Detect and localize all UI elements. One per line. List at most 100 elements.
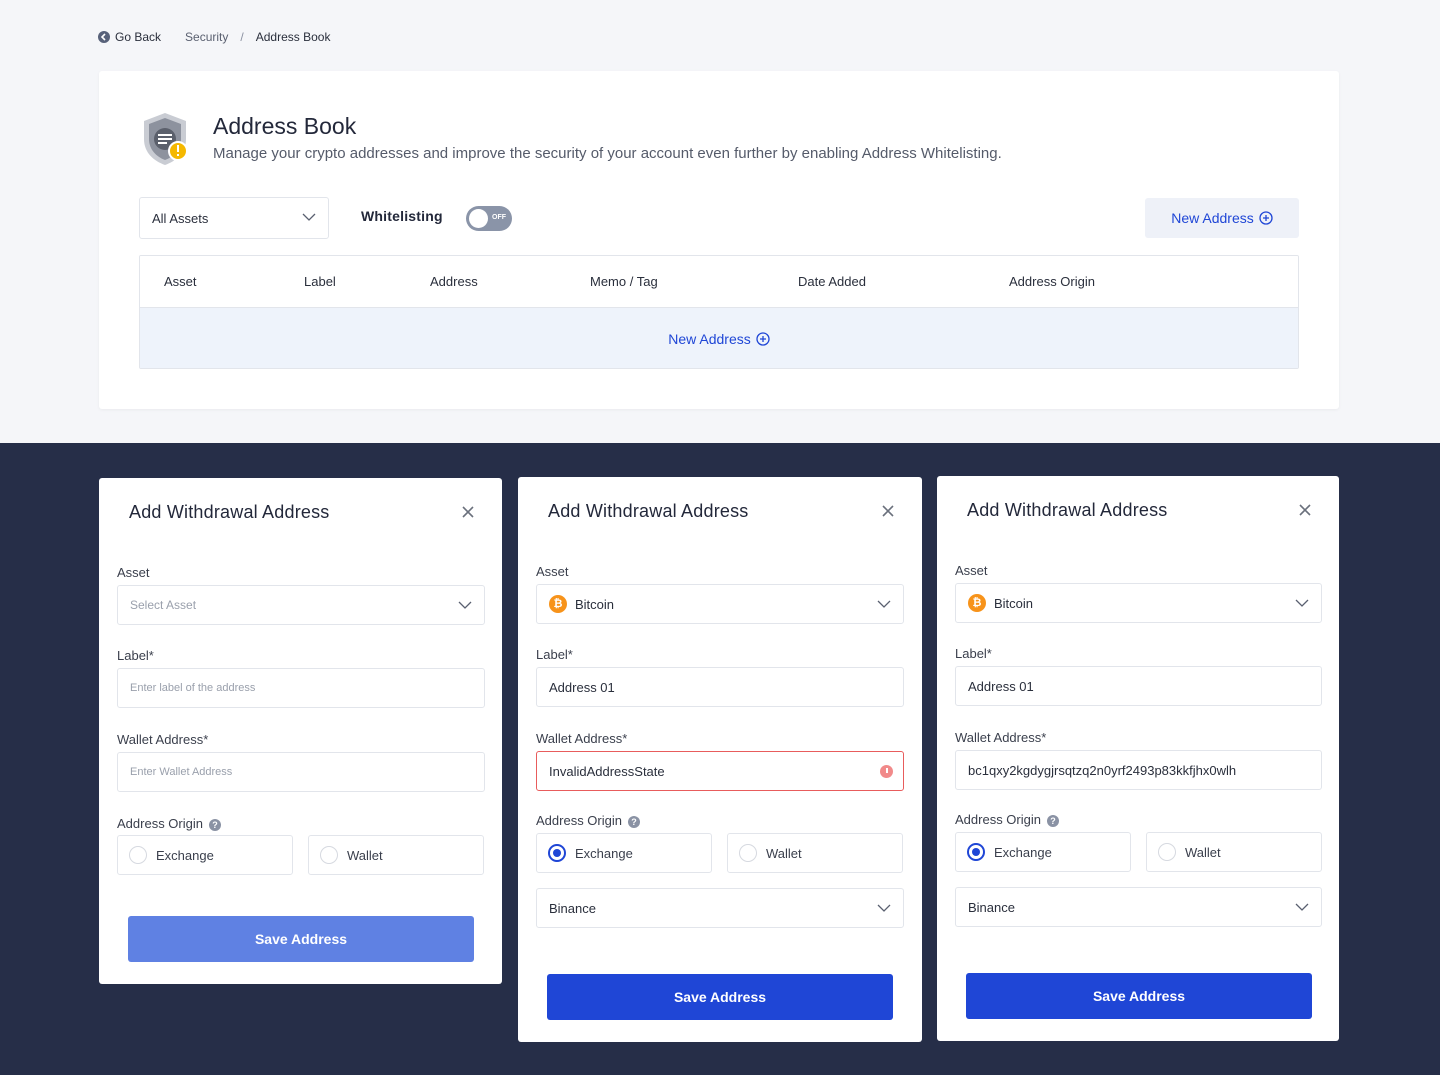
exchange-select-value: Binance	[549, 900, 596, 916]
page-title: Address Book	[213, 113, 357, 139]
exchange-radio[interactable]	[967, 843, 985, 861]
asset-select-value: Bitcoin	[994, 595, 1034, 611]
address-book-page: Go Back Security / Address Book Address …	[0, 0, 1440, 443]
bitcoin-icon: ₿	[549, 595, 567, 613]
asset-select[interactable]: ₿ Bitcoin	[536, 584, 904, 624]
label-input-placeholder: Enter label of the address	[130, 682, 256, 694]
origin-wallet-option[interactable]: Wallet	[727, 833, 903, 873]
table-new-address-label: New Address	[668, 331, 751, 347]
address-origin-text: Address Origin	[536, 813, 622, 828]
chevron-down-icon	[877, 600, 891, 608]
label-input[interactable]: Address 01	[955, 666, 1322, 706]
shield-icon	[144, 113, 188, 165]
asset-field-label: Asset	[955, 563, 988, 578]
exchange-select[interactable]: Binance	[536, 888, 904, 928]
modal-title: Add Withdrawal Address	[967, 500, 1168, 520]
breadcrumb-current: Address Book	[255, 30, 331, 44]
label-field-label: Label*	[955, 646, 992, 661]
label-input[interactable]: Address 01	[536, 667, 904, 707]
origin-exchange-option[interactable]: Exchange	[117, 835, 293, 875]
modal-title: Add Withdrawal Address	[129, 502, 330, 522]
column-header-memo: Memo / Tag	[590, 274, 658, 289]
exchange-option-label: Exchange	[575, 845, 633, 861]
new-address-button[interactable]: New Address	[1145, 198, 1299, 238]
help-icon[interactable]: ?	[627, 815, 640, 828]
go-back-label: Go Back	[115, 30, 162, 44]
chevron-down-icon	[1295, 903, 1309, 911]
wallet-radio[interactable]	[739, 844, 757, 862]
close-icon[interactable]	[1297, 502, 1313, 518]
asset-select-value: Bitcoin	[575, 596, 615, 612]
label-input[interactable]: Enter label of the address	[117, 668, 485, 708]
wallet-address-input[interactable]: Enter Wallet Address	[117, 752, 485, 792]
wallet-address-value: bc1qxy2kgdygjrsqtzq2n0yrf2493p83kkfjhx0w…	[968, 762, 1237, 778]
column-header-asset: Asset	[164, 274, 197, 289]
table-empty-row: New Address	[140, 308, 1298, 368]
page-subtitle: Manage your crypto addresses and improve…	[213, 145, 1002, 162]
label-input-value: Address 01	[549, 679, 615, 695]
wallet-address-input[interactable]: bc1qxy2kgdygjrsqtzq2n0yrf2493p83kkfjhx0w…	[955, 750, 1322, 790]
close-icon[interactable]	[460, 504, 476, 520]
asset-select[interactable]: ₿ Bitcoin	[955, 583, 1322, 623]
wallet-address-input[interactable]: InvalidAddressState	[536, 751, 904, 791]
save-address-button[interactable]: Save Address	[547, 974, 893, 1020]
column-header-address: Address	[430, 274, 478, 289]
save-address-button[interactable]: Save Address	[966, 973, 1312, 1019]
help-icon[interactable]: ?	[1046, 814, 1059, 827]
label-field-label: Label*	[117, 648, 154, 663]
asset-select-placeholder: Select Asset	[130, 598, 197, 612]
modal-title: Add Withdrawal Address	[548, 501, 749, 521]
breadcrumb: Go Back Security / Address Book	[98, 28, 330, 46]
error-icon	[880, 765, 893, 778]
column-header-label: Label	[304, 274, 336, 289]
address-origin-label: Address Origin?	[955, 812, 1059, 827]
wallet-address-field-label: Wallet Address*	[955, 730, 1047, 745]
address-table: Asset Label Address Memo / Tag Date Adde…	[139, 255, 1299, 369]
wallet-address-placeholder: Enter Wallet Address	[130, 766, 233, 778]
chevron-down-icon	[877, 904, 891, 912]
exchange-radio[interactable]	[129, 846, 147, 864]
origin-exchange-option[interactable]: Exchange	[536, 833, 712, 873]
help-icon[interactable]: ?	[208, 818, 221, 831]
exchange-select-value: Binance	[968, 899, 1015, 915]
plus-circle-icon	[756, 332, 770, 346]
breadcrumb-separator: /	[240, 30, 244, 44]
add-address-modal-empty: Add Withdrawal Address Asset Select Asse…	[99, 478, 502, 984]
wallet-radio[interactable]	[320, 846, 338, 864]
origin-wallet-option[interactable]: Wallet	[1146, 832, 1322, 872]
exchange-select[interactable]: Binance	[955, 887, 1322, 927]
table-new-address-link[interactable]: New Address	[668, 331, 770, 347]
breadcrumb-security[interactable]: Security	[185, 30, 228, 44]
asset-select[interactable]: Select Asset	[117, 585, 485, 625]
address-origin-text: Address Origin	[117, 816, 203, 831]
address-origin-label: Address Origin?	[536, 813, 640, 828]
save-address-button[interactable]: Save Address	[128, 916, 474, 962]
asset-filter-value: All Assets	[152, 210, 209, 226]
exchange-radio[interactable]	[548, 844, 566, 862]
plus-circle-icon	[1259, 211, 1273, 225]
origin-exchange-option[interactable]: Exchange	[955, 832, 1131, 872]
asset-filter-select[interactable]: All Assets	[139, 197, 329, 239]
address-book-card: Address Book Manage your crypto addresse…	[99, 71, 1339, 409]
label-input-value: Address 01	[968, 678, 1034, 694]
whitelisting-toggle[interactable]: OFF	[466, 206, 512, 231]
go-back-link[interactable]: Go Back	[98, 30, 161, 44]
close-icon[interactable]	[880, 503, 896, 519]
address-origin-label: Address Origin?	[117, 816, 221, 831]
toggle-knob	[469, 209, 488, 228]
bitcoin-icon: ₿	[968, 594, 986, 612]
asset-field-label: Asset	[536, 564, 569, 579]
column-header-origin: Address Origin	[1009, 274, 1095, 289]
wallet-option-label: Wallet	[1185, 844, 1221, 860]
origin-wallet-option[interactable]: Wallet	[308, 835, 484, 875]
chevron-down-icon	[302, 213, 316, 221]
exchange-option-label: Exchange	[994, 844, 1052, 860]
wallet-option-label: Wallet	[347, 847, 383, 863]
wallet-address-field-label: Wallet Address*	[117, 732, 209, 747]
exchange-option-label: Exchange	[156, 847, 214, 863]
address-origin-text: Address Origin	[955, 812, 1041, 827]
modal-states-section: Add Withdrawal Address Asset Select Asse…	[0, 443, 1440, 1075]
add-address-modal-valid: Add Withdrawal Address Asset ₿ Bitcoin L…	[937, 476, 1339, 1041]
wallet-radio[interactable]	[1158, 843, 1176, 861]
chevron-down-icon	[458, 601, 472, 609]
